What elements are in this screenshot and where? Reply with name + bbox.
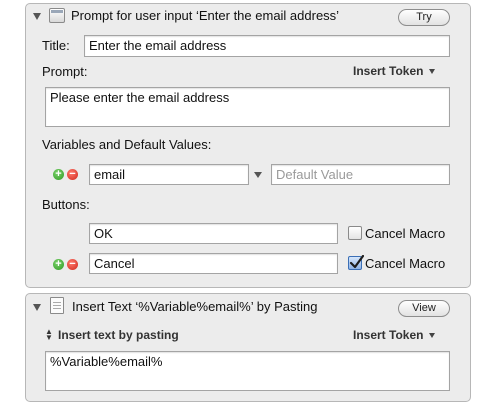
button-cancel-field[interactable]: Cancel bbox=[89, 253, 338, 274]
insert-mode-label[interactable]: Insert text by pasting bbox=[58, 328, 179, 342]
disclosure-triangle-icon[interactable] bbox=[33, 13, 41, 20]
prompt-field[interactable]: Please enter the email address bbox=[45, 87, 450, 127]
insert-token-menu[interactable]: Insert Token bbox=[353, 64, 436, 78]
insert-token-label: Insert Token bbox=[353, 328, 424, 342]
insert-token-menu[interactable]: Insert Token bbox=[353, 328, 436, 342]
prompt-window-icon bbox=[49, 8, 65, 23]
prompt-action-panel: Prompt for user input ‘Enter the email a… bbox=[25, 3, 471, 288]
variables-label: Variables and Default Values: bbox=[42, 137, 212, 152]
disclosure-triangle-icon[interactable] bbox=[33, 304, 41, 311]
try-button[interactable]: Try bbox=[398, 9, 450, 26]
insert-text-document-icon bbox=[50, 297, 64, 314]
cancel-macro-label-ok: Cancel Macro bbox=[365, 226, 446, 241]
mode-selector[interactable]: ▲ ▼ bbox=[45, 327, 53, 342]
minus-circle-icon[interactable]: − bbox=[67, 259, 78, 270]
button-ok-field[interactable]: OK bbox=[89, 223, 338, 244]
default-value-field[interactable]: Default Value bbox=[271, 164, 450, 185]
insert-token-label: Insert Token bbox=[353, 64, 424, 78]
text-field[interactable]: %Variable%email% bbox=[45, 351, 450, 391]
chevron-down-icon bbox=[429, 333, 436, 339]
action-title: Insert Text ‘%Variable%email%’ by Pastin… bbox=[72, 299, 318, 314]
popup-arrow-icon[interactable] bbox=[254, 172, 262, 178]
minus-circle-icon[interactable]: − bbox=[67, 169, 78, 180]
insert-text-action-panel: Insert Text ‘%Variable%email%’ by Pastin… bbox=[25, 293, 471, 402]
plus-circle-icon[interactable]: + bbox=[53, 169, 64, 180]
view-button[interactable]: View bbox=[398, 300, 450, 317]
action-title: Prompt for user input ‘Enter the email a… bbox=[71, 8, 340, 23]
prompt-label: Prompt: bbox=[42, 64, 88, 79]
variable-name-field[interactable]: email bbox=[89, 164, 249, 185]
buttons-label: Buttons: bbox=[42, 197, 90, 212]
cancel-macro-checkbox-ok[interactable] bbox=[348, 226, 362, 240]
up-down-arrows-icon: ▲ ▼ bbox=[45, 327, 53, 342]
plus-circle-icon[interactable]: + bbox=[53, 259, 64, 270]
chevron-down-icon bbox=[429, 69, 436, 75]
cancel-macro-label-cancel: Cancel Macro bbox=[365, 256, 446, 271]
title-field[interactable]: Enter the email address bbox=[84, 35, 450, 57]
title-label: Title: bbox=[42, 38, 70, 53]
cancel-macro-checkbox-cancel[interactable] bbox=[348, 255, 364, 270]
checkmark-icon bbox=[349, 255, 364, 269]
